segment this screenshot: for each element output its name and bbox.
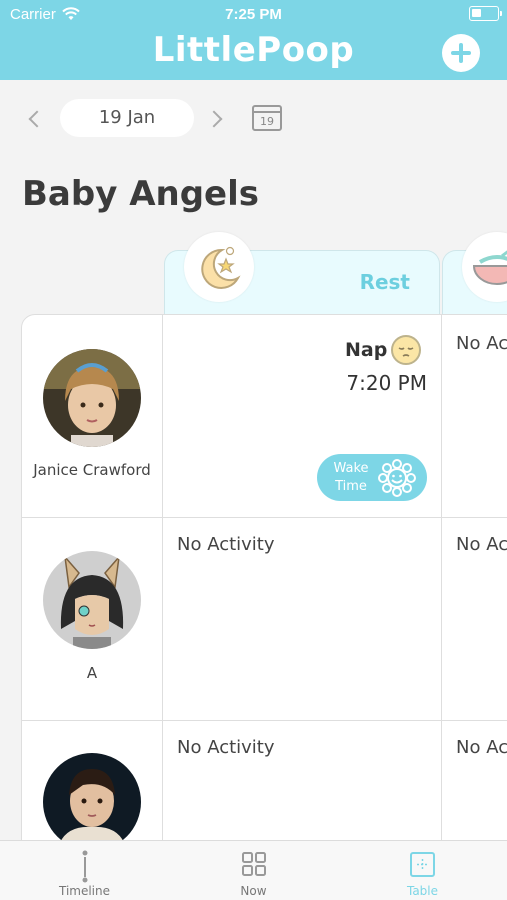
baby-name: Janice Crawford bbox=[33, 461, 151, 479]
column-label-rest: Rest bbox=[359, 270, 410, 294]
sun-face-icon bbox=[378, 459, 416, 497]
activity-table: Janice Crawford Nap 7:20 PM Wake Time No… bbox=[21, 314, 507, 844]
bowl-icon bbox=[462, 232, 507, 302]
app-header: Carrier 7:25 PM LittlePoop bbox=[0, 0, 507, 80]
grid-icon bbox=[242, 852, 266, 876]
moon-star-icon bbox=[184, 232, 254, 302]
battery-icon bbox=[469, 6, 502, 21]
tab-table[interactable]: Table bbox=[338, 841, 507, 900]
tab-label: Timeline bbox=[58, 884, 111, 898]
baby-name: A bbox=[86, 664, 98, 682]
tab-timeline[interactable]: Timeline bbox=[0, 841, 169, 900]
sleeping-face-icon bbox=[391, 335, 421, 365]
calendar-day-number: 19 bbox=[260, 115, 274, 128]
date-selector[interactable]: 19 Jan bbox=[60, 99, 194, 137]
tab-label: Table bbox=[406, 884, 439, 898]
add-button[interactable] bbox=[442, 34, 480, 72]
previous-day-chevron-icon[interactable] bbox=[28, 110, 46, 128]
activity-title: Nap bbox=[345, 339, 388, 361]
wake-time-button[interactable]: Wake Time bbox=[317, 454, 427, 501]
avatar[interactable] bbox=[43, 753, 141, 843]
activity-cell-text: No Ac bbox=[456, 534, 507, 555]
activity-cell-text: No Activity bbox=[177, 737, 275, 758]
calendar-icon[interactable]: 19 bbox=[252, 105, 282, 131]
section-title: Baby Angels bbox=[22, 174, 260, 214]
tab-label: Now bbox=[240, 884, 267, 898]
activity-cell-text: No Ac bbox=[456, 737, 507, 758]
status-time: 7:25 PM bbox=[225, 6, 282, 23]
activity-cell-text: No Activity bbox=[177, 534, 275, 555]
avatar[interactable] bbox=[43, 349, 141, 447]
next-day-chevron-icon[interactable] bbox=[205, 110, 223, 128]
tab-bar: Timeline Now Table bbox=[0, 840, 507, 900]
activity-cell-text: No Ac bbox=[456, 333, 507, 354]
activity-time: 7:20 PM bbox=[346, 371, 427, 395]
app-title: LittlePoop bbox=[152, 30, 355, 70]
timeline-icon bbox=[82, 850, 88, 883]
wake-time-label: Wake Time bbox=[329, 460, 373, 496]
tab-now[interactable]: Now bbox=[169, 841, 338, 900]
wake-time-label-line2: Time bbox=[335, 479, 367, 494]
avatar[interactable] bbox=[43, 551, 141, 649]
wake-time-label-line1: Wake bbox=[333, 461, 369, 476]
status-bar: Carrier 7:25 PM bbox=[0, 0, 507, 28]
table-icon bbox=[410, 852, 435, 877]
